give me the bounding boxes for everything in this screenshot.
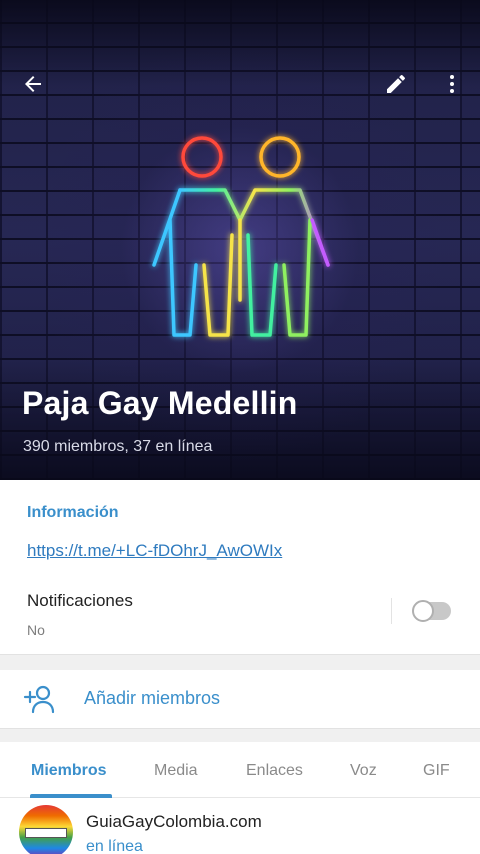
- more-options-button[interactable]: [436, 68, 468, 100]
- member-name: GuiaGayColombia.com: [86, 812, 262, 831]
- shared-media-tabs: Miembros Media Enlaces Voz GIF: [0, 742, 480, 798]
- tab-media[interactable]: Media: [154, 762, 198, 780]
- tab-members[interactable]: Miembros: [31, 762, 107, 780]
- add-members-label: Añadir miembros: [84, 688, 221, 708]
- avatar-logo-band: [25, 828, 67, 838]
- notifications-title[interactable]: Notificaciones: [27, 591, 133, 611]
- info-label: Información: [27, 504, 119, 521]
- arrow-back-icon: [25, 76, 41, 92]
- section-divider: [0, 728, 480, 742]
- edit-button[interactable]: [380, 68, 412, 100]
- neon-couple-icon: [152, 136, 330, 337]
- invite-link[interactable]: https://t.me/+LC-fDOhrJ_AwOWIx: [27, 541, 282, 561]
- tab-gif[interactable]: GIF: [423, 762, 450, 780]
- divider: [391, 598, 392, 624]
- toggle-knob: [412, 600, 434, 622]
- pencil-icon: [387, 74, 405, 93]
- notifications-value: No: [27, 622, 45, 638]
- add-members-button[interactable]: Añadir miembros: [0, 670, 480, 728]
- tab-links[interactable]: Enlaces: [246, 762, 303, 780]
- info-section: Información https://t.me/+LC-fDOhrJ_AwOW…: [0, 480, 480, 654]
- add-person-icon: [23, 685, 55, 714]
- member-count: 390 miembros, 37 en línea: [23, 438, 213, 455]
- tab-voice[interactable]: Voz: [350, 762, 377, 780]
- member-status: en línea: [86, 838, 143, 854]
- notifications-toggle[interactable]: [412, 600, 451, 622]
- group-title: Paja Gay Medellin: [22, 385, 298, 421]
- section-divider: [0, 654, 480, 670]
- more-vert-icon: [450, 75, 454, 93]
- back-button[interactable]: [17, 68, 49, 100]
- avatar: [19, 805, 73, 854]
- list-item[interactable]: GuiaGayColombia.com en línea: [0, 798, 480, 854]
- group-header-image[interactable]: Paja Gay Medellin 390 miembros, 37 en lí…: [0, 0, 480, 480]
